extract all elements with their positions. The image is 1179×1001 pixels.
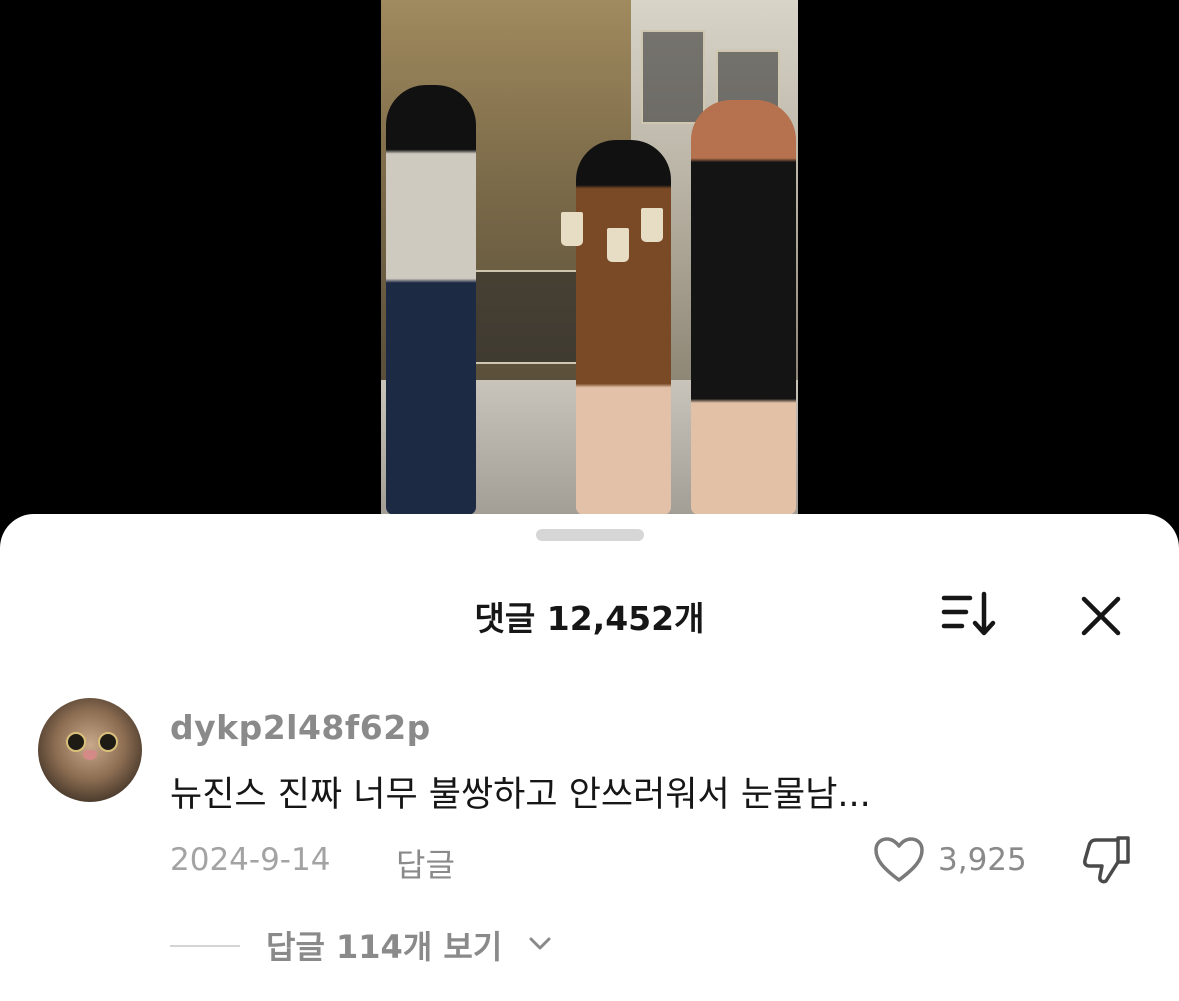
close-icon [1081,596,1121,636]
video-window [641,30,705,124]
comment-username[interactable]: dykp2l48f62p [170,708,431,747]
comments-title: 댓글 12,452개 [474,599,705,638]
avatar-eye [98,732,118,752]
drag-handle[interactable] [536,529,644,541]
close-button[interactable] [1078,593,1124,639]
sort-icon [941,591,996,636]
divider-line [170,945,240,947]
like-button[interactable] [873,836,925,884]
video-person [576,140,671,515]
avatar-eye [66,732,86,752]
view-replies-label: 답글 114개 보기 [266,928,503,966]
comments-sheet: 댓글 12,452개 dykp2l48f62p 뉴진스 진짜 너무 불쌍하고 안… [0,514,1179,1001]
avatar-nose [83,750,97,760]
comment-date: 2024-9-14 [170,842,331,878]
thumbs-down-icon [1083,836,1130,884]
video-player[interactable] [381,0,798,530]
avatar[interactable] [38,698,142,802]
video-cup [641,208,663,242]
like-count: 3,925 [938,842,1027,878]
dislike-button[interactable] [1080,832,1134,886]
view-replies-button[interactable]: 답글 114개 보기 [170,922,590,972]
video-cup [607,228,629,262]
comment-text: 뉴진스 진짜 너무 불쌍하고 안쓰러워서 눈물남... [170,775,871,815]
sort-button[interactable] [940,590,1000,638]
video-cup [561,212,583,246]
reply-button[interactable]: 답글 [396,840,455,886]
video-person [691,100,796,515]
heart-icon [874,837,924,882]
video-person [386,85,476,515]
chevron-down-icon [529,937,551,950]
screen: 댓글 12,452개 dykp2l48f62p 뉴진스 진짜 너무 불쌍하고 안… [0,0,1179,1001]
comment-item: dykp2l48f62p 뉴진스 진짜 너무 불쌍하고 안쓰러워서 눈물남...… [0,694,1179,994]
